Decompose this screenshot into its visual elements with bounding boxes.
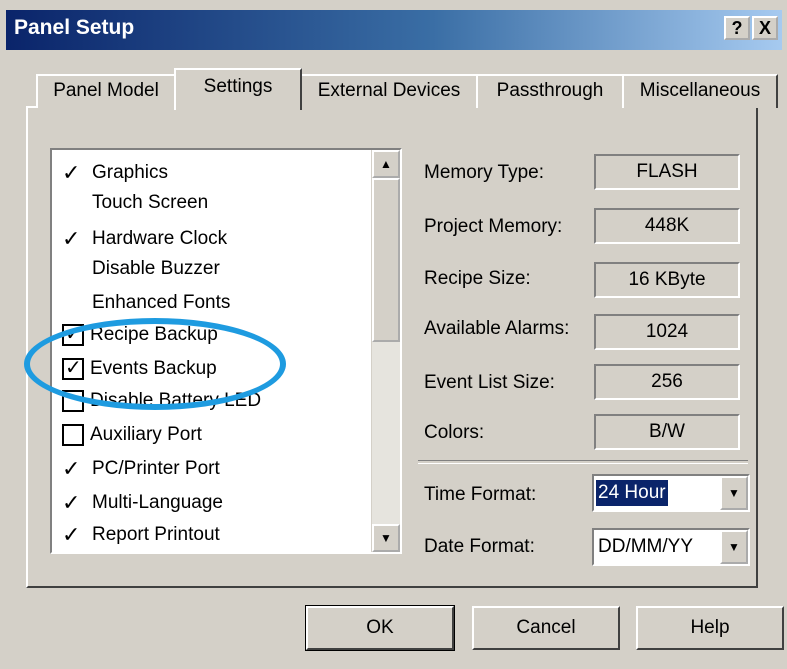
check-mark-icon: ✓ — [62, 226, 81, 251]
cancel-button[interactable]: Cancel — [472, 606, 620, 650]
event-list-size-value: 256 — [594, 364, 740, 400]
ok-button[interactable]: OK — [305, 605, 455, 651]
date-format-select[interactable]: DD/MM/YY ▼ — [592, 528, 750, 566]
list-item-report-printout[interactable]: ✓ Report Printout — [62, 522, 220, 552]
checkbox-checked-icon[interactable]: ✓ — [62, 323, 84, 346]
list-item-disable-battery-led[interactable]: Disable Battery LED — [62, 390, 261, 422]
recipe-size-label: Recipe Size: — [424, 268, 531, 289]
tab-miscellaneous[interactable]: Miscellaneous — [622, 74, 778, 108]
list-item-hardware-clock[interactable]: ✓ Hardware Clock — [62, 226, 227, 258]
chevron-down-icon[interactable]: ▼ — [720, 476, 748, 510]
colors-label: Colors: — [424, 422, 485, 443]
list-item-multi-language[interactable]: ✓ Multi-Language — [62, 490, 223, 522]
tab-passthrough[interactable]: Passthrough — [476, 74, 624, 108]
separator — [418, 460, 748, 464]
tab-external-devices[interactable]: External Devices — [300, 74, 478, 108]
check-mark-icon: ✓ — [62, 522, 81, 547]
scroll-up-arrow-icon[interactable]: ▲ — [372, 150, 400, 178]
list-item-pc-printer-port[interactable]: ✓ PC/Printer Port — [62, 456, 220, 488]
list-item-recipe-backup[interactable]: ✓ Recipe Backup — [62, 323, 218, 356]
list-item-touch-screen[interactable]: Touch Screen — [62, 192, 208, 224]
time-format-select[interactable]: 24 Hour ▼ — [592, 474, 750, 512]
window-title: Panel Setup — [14, 16, 135, 39]
project-memory-label: Project Memory: — [424, 216, 563, 237]
scrollbar-thumb[interactable] — [372, 178, 400, 342]
checkbox-unchecked-icon[interactable] — [62, 390, 84, 412]
memory-type-value: FLASH — [594, 154, 740, 190]
memory-type-label: Memory Type: — [424, 162, 545, 183]
time-format-label: Time Format: — [424, 484, 537, 505]
scroll-down-arrow-icon[interactable]: ▼ — [372, 524, 400, 552]
date-format-value: DD/MM/YY — [598, 536, 693, 557]
list-item-disable-buzzer[interactable]: Disable Buzzer — [62, 258, 220, 290]
available-alarms-label: Available Alarms: — [424, 318, 570, 339]
list-item-events-backup[interactable]: ✓ Events Backup — [62, 357, 217, 390]
list-item-enhanced-fonts[interactable]: Enhanced Fonts — [62, 292, 230, 324]
time-format-value: 24 Hour — [596, 480, 668, 506]
title-bar[interactable]: Panel Setup ? X — [6, 10, 782, 50]
chevron-down-icon[interactable]: ▼ — [720, 530, 748, 564]
checkbox-checked-icon[interactable]: ✓ — [62, 357, 84, 380]
list-item-auxiliary-port[interactable]: Auxiliary Port — [62, 424, 202, 456]
project-memory-value: 448K — [594, 208, 740, 244]
tab-panel-model[interactable]: Panel Model — [36, 74, 176, 108]
check-mark-icon: ✓ — [62, 160, 81, 185]
help-title-button[interactable]: ? — [724, 16, 750, 40]
date-format-label: Date Format: — [424, 536, 535, 557]
help-button[interactable]: Help — [636, 606, 784, 650]
close-button[interactable]: X — [752, 16, 778, 40]
tab-settings[interactable]: Settings — [174, 68, 302, 110]
event-list-size-label: Event List Size: — [424, 372, 555, 393]
panel-setup-dialog: Panel Setup ? X Panel Model Settings Ext… — [0, 0, 787, 669]
features-listbox[interactable]: ✓ Graphics Touch Screen ✓ Hardware Clock D… — [50, 148, 402, 554]
check-mark-icon: ✓ — [62, 490, 81, 515]
available-alarms-value: 1024 — [594, 314, 740, 350]
vertical-scrollbar[interactable]: ▲ ▼ — [371, 150, 400, 552]
recipe-size-value: 16 KByte — [594, 262, 740, 298]
list-item-graphics[interactable]: ✓ Graphics — [62, 160, 168, 192]
colors-value: B/W — [594, 414, 740, 450]
check-mark-icon: ✓ — [62, 456, 81, 481]
checkbox-unchecked-icon[interactable] — [62, 424, 84, 446]
